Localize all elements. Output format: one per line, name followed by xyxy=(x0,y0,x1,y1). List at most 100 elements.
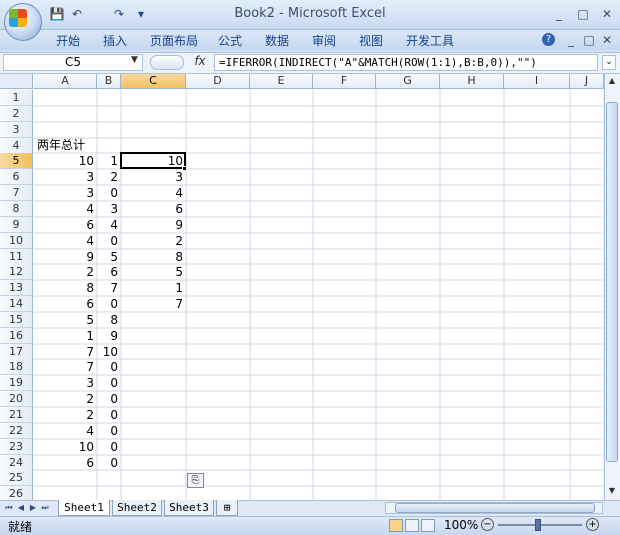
name-box[interactable]: C5 xyxy=(3,54,143,71)
cell-A14[interactable]: 6 xyxy=(34,296,97,312)
cell-C13[interactable]: 1 xyxy=(121,280,186,296)
cell-C10[interactable]: 2 xyxy=(121,233,186,249)
tab-developer[interactable]: 开发工具 xyxy=(406,32,454,49)
formula-bar-expand-button[interactable] xyxy=(150,55,184,70)
cell-B5[interactable]: 1 xyxy=(97,153,121,169)
sheet-tab-sheet1[interactable]: Sheet1 xyxy=(58,500,110,516)
sheet-tab-sheet2[interactable]: Sheet2 xyxy=(112,500,162,516)
row-header[interactable]: 5 xyxy=(0,153,33,169)
page-layout-view-icon[interactable] xyxy=(405,519,419,532)
tab-insert[interactable]: 插入 xyxy=(103,32,127,49)
row-header[interactable]: 13 xyxy=(0,280,33,296)
cell-B21[interactable]: 0 xyxy=(97,407,121,423)
restore-button[interactable]: □ xyxy=(572,6,594,22)
insert-function-button[interactable]: fx xyxy=(190,54,210,71)
column-header-j[interactable]: J xyxy=(570,74,604,89)
column-header-d[interactable]: D xyxy=(186,74,250,89)
column-header-g[interactable]: G xyxy=(376,74,440,89)
undo-icon[interactable]: ↶ xyxy=(68,6,86,22)
cell-A23[interactable]: 10 xyxy=(34,439,97,455)
cell-A19[interactable]: 3 xyxy=(34,375,97,391)
cell-A4[interactable]: 两年总计 xyxy=(34,137,88,153)
cell-A24[interactable]: 6 xyxy=(34,455,97,471)
cell-A5[interactable]: 10 xyxy=(34,153,97,169)
row-header[interactable]: 11 xyxy=(0,249,33,265)
scroll-down-icon[interactable]: ▼ xyxy=(606,486,618,498)
scroll-up-icon[interactable]: ▲ xyxy=(606,76,618,88)
cell-B13[interactable]: 7 xyxy=(97,280,121,296)
row-header[interactable]: 7 xyxy=(0,185,33,201)
cell-A20[interactable]: 2 xyxy=(34,391,97,407)
tab-view[interactable]: 视图 xyxy=(359,32,383,49)
cell-C14[interactable]: 7 xyxy=(121,296,186,312)
cell-C7[interactable]: 4 xyxy=(121,185,186,201)
cell-B11[interactable]: 5 xyxy=(97,249,121,265)
row-header[interactable]: 23 xyxy=(0,439,33,455)
row-header[interactable]: 14 xyxy=(0,296,33,312)
cell-C11[interactable]: 8 xyxy=(121,249,186,265)
cell-A8[interactable]: 4 xyxy=(34,201,97,217)
cell-A21[interactable]: 2 xyxy=(34,407,97,423)
cell-A11[interactable]: 9 xyxy=(34,249,97,265)
row-header[interactable]: 16 xyxy=(0,328,33,344)
tab-home[interactable]: 开始 xyxy=(56,32,80,49)
cell-B7[interactable]: 0 xyxy=(97,185,121,201)
customize-qat-icon[interactable]: ▾ xyxy=(132,6,150,22)
row-header[interactable]: 4 xyxy=(0,138,33,154)
cell-B16[interactable]: 9 xyxy=(97,328,121,344)
last-sheet-icon[interactable]: ⏭ xyxy=(40,501,50,514)
row-header[interactable]: 24 xyxy=(0,455,33,471)
workbook-close-button[interactable]: ✕ xyxy=(596,32,618,48)
next-sheet-icon[interactable]: ▶ xyxy=(28,501,38,514)
row-header[interactable]: 6 xyxy=(0,169,33,185)
cell-B15[interactable]: 8 xyxy=(97,312,121,328)
cell-A9[interactable]: 6 xyxy=(34,217,97,233)
row-header[interactable]: 12 xyxy=(0,264,33,280)
tab-page-layout[interactable]: 页面布局 xyxy=(150,32,198,49)
cell-C12[interactable]: 5 xyxy=(121,264,186,280)
redo-icon[interactable]: ↷ xyxy=(110,6,128,22)
cell-B10[interactable]: 0 xyxy=(97,233,121,249)
row-header[interactable]: 17 xyxy=(0,344,33,360)
cell-A22[interactable]: 4 xyxy=(34,423,97,439)
name-box-dropdown-icon[interactable]: ▼ xyxy=(131,55,138,65)
column-header-i[interactable]: I xyxy=(504,74,570,89)
cell-A18[interactable]: 7 xyxy=(34,359,97,375)
close-button[interactable]: ✕ xyxy=(596,6,618,22)
expand-formula-bar-icon[interactable]: ⌄ xyxy=(602,55,616,70)
zoom-in-icon[interactable]: + xyxy=(586,518,599,531)
cell-B22[interactable]: 0 xyxy=(97,423,121,439)
column-header-h[interactable]: H xyxy=(440,74,504,89)
vertical-scroll-thumb[interactable] xyxy=(606,102,618,462)
cell-B14[interactable]: 0 xyxy=(97,296,121,312)
cell-A10[interactable]: 4 xyxy=(34,233,97,249)
column-header-c[interactable]: C xyxy=(121,74,186,89)
tab-data[interactable]: 数据 xyxy=(265,32,289,49)
help-icon[interactable]: ? xyxy=(542,33,555,46)
cell-B17[interactable]: 10 xyxy=(97,344,121,360)
column-header-f[interactable]: F xyxy=(313,74,376,89)
row-header[interactable]: 8 xyxy=(0,201,33,217)
row-header[interactable]: 9 xyxy=(0,217,33,233)
page-break-view-icon[interactable] xyxy=(421,519,435,532)
column-header-b[interactable]: B xyxy=(97,74,121,89)
cell-A17[interactable]: 7 xyxy=(34,344,97,360)
cell-B8[interactable]: 3 xyxy=(97,201,121,217)
cell-B9[interactable]: 4 xyxy=(97,217,121,233)
cell-B20[interactable]: 0 xyxy=(97,391,121,407)
row-header[interactable]: 10 xyxy=(0,233,33,249)
row-header[interactable]: 22 xyxy=(0,423,33,439)
row-header[interactable]: 25 xyxy=(0,470,33,486)
row-header[interactable]: 20 xyxy=(0,391,33,407)
sheet-tab-sheet3[interactable]: Sheet3 xyxy=(164,500,214,516)
save-icon[interactable]: 💾 xyxy=(48,6,66,22)
fill-handle[interactable] xyxy=(182,166,187,171)
cell-A12[interactable]: 2 xyxy=(34,264,97,280)
horizontal-scroll-thumb[interactable] xyxy=(395,503,595,513)
cell-B23[interactable]: 0 xyxy=(97,439,121,455)
cell-B19[interactable]: 0 xyxy=(97,375,121,391)
cell-C8[interactable]: 6 xyxy=(121,201,186,217)
row-header[interactable]: 18 xyxy=(0,359,33,375)
row-header[interactable]: 1 xyxy=(0,90,33,106)
column-header-a[interactable]: A xyxy=(34,74,97,89)
